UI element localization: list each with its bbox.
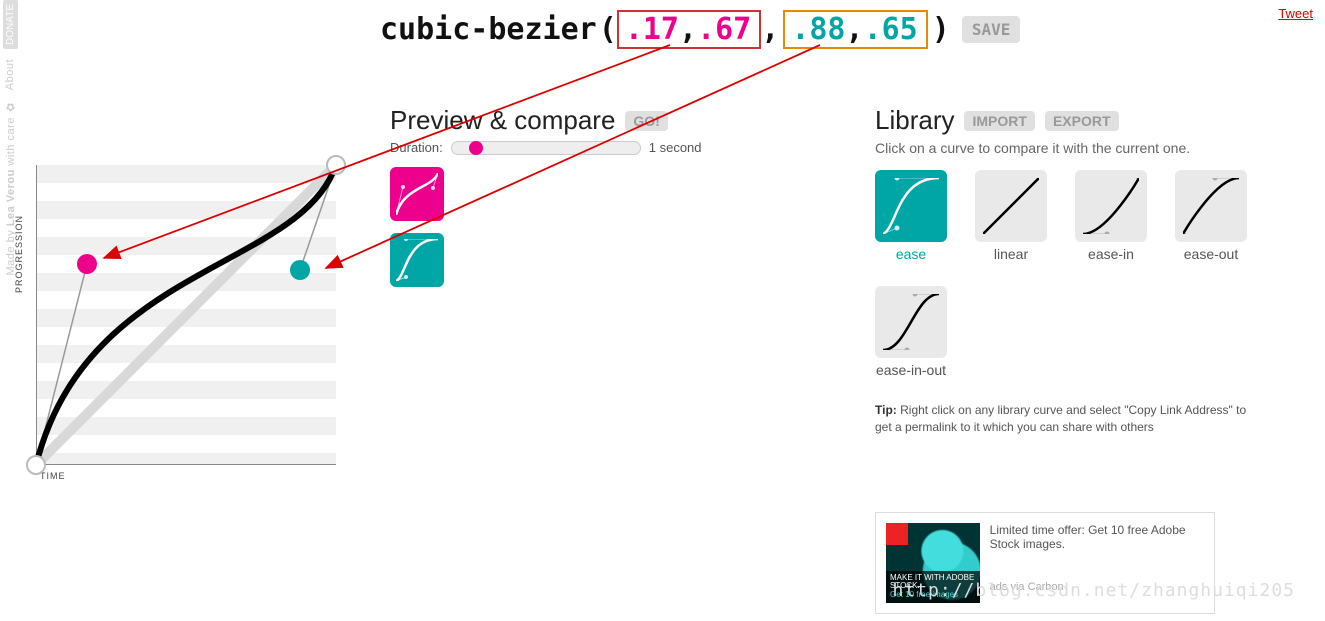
library-item-ease-out[interactable]: ease-out — [1175, 170, 1247, 262]
library-item-ease-in-out[interactable]: ease-in-out — [875, 286, 947, 378]
save-button[interactable]: SAVE — [962, 16, 1021, 43]
current-curve-swatch[interactable] — [390, 167, 444, 221]
p1-handle[interactable] — [77, 254, 97, 274]
go-button[interactable]: GO! — [625, 111, 667, 131]
bezier-title: cubic-bezier( .17,.67 , .88,.65 ) SAVE — [380, 10, 1020, 49]
compare-curve-swatch[interactable] — [390, 233, 444, 287]
duration-value: 1 second — [649, 140, 702, 155]
tweet-link[interactable]: Tweet — [1278, 6, 1313, 21]
donate-button[interactable]: DONATE — [3, 0, 18, 49]
duration-label: Duration: — [390, 140, 443, 155]
preview-heading: Preview & compare GO! — [390, 105, 790, 136]
duration-slider[interactable] — [451, 141, 641, 155]
watermark: http://blog.csdn.net/zhanghuiqi205 — [893, 580, 1295, 601]
library-subtitle: Click on a curve to compare it with the … — [875, 140, 1295, 156]
library-item-ease[interactable]: ease — [875, 170, 947, 262]
bezier-canvas[interactable]: PROGRESSION TIME — [36, 165, 336, 465]
about-link[interactable]: About — [4, 59, 16, 90]
library-tip: Tip: Right click on any library curve an… — [875, 402, 1255, 436]
export-button[interactable]: EXPORT — [1045, 111, 1119, 131]
import-button[interactable]: IMPORT — [964, 111, 1034, 131]
p2-handle[interactable] — [290, 260, 310, 280]
library-item-ease-in[interactable]: ease-in — [1075, 170, 1147, 262]
ad-text: Limited time offer: Get 10 free Adobe St… — [990, 523, 1204, 551]
library-heading: Library IMPORT EXPORT — [875, 105, 1295, 136]
y-axis-label: PROGRESSION — [14, 215, 24, 293]
p1-highlight: .17,.67 — [617, 10, 761, 49]
p2-highlight: .88,.65 — [783, 10, 927, 49]
library-item-linear[interactable]: linear — [975, 170, 1047, 262]
